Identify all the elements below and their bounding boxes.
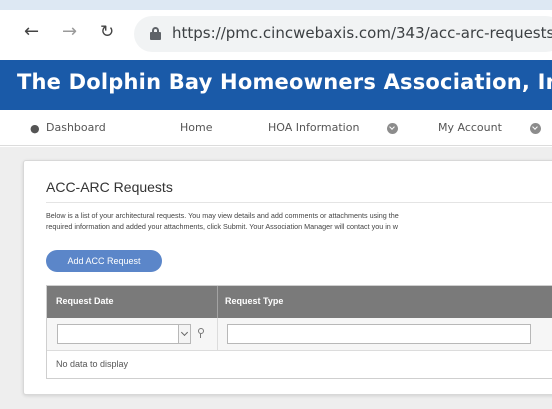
description-line-2: required information and added your atta…	[46, 222, 398, 231]
chevron-down-icon[interactable]	[387, 123, 398, 134]
request-date-filter-input[interactable]	[57, 324, 191, 344]
forward-arrow-icon[interactable]: →	[62, 20, 77, 44]
request-type-filter-input[interactable]	[227, 324, 531, 344]
browser-top-strip	[0, 0, 552, 10]
back-arrow-icon[interactable]: ←	[24, 20, 39, 44]
requests-panel: ACC-ARC Requests Below is a list of your…	[23, 160, 552, 395]
description-line-1: Below is a list of your architectural re…	[46, 211, 399, 220]
filter-separator	[217, 318, 218, 351]
page-title: ACC-ARC Requests	[46, 179, 173, 195]
site-title: The Dolphin Bay Homeowners Association, …	[17, 70, 552, 94]
url-text: https://pmc.cincwebaxis.com/343/acc-arc-…	[172, 24, 552, 42]
empty-grid-message: No data to display	[56, 359, 129, 369]
menu-item-home[interactable]: Home	[180, 121, 212, 134]
add-acc-request-button[interactable]: Add ACC Request	[46, 250, 162, 272]
filter-options-icon[interactable]	[197, 328, 205, 339]
column-header-request-date[interactable]: Request Date	[56, 296, 114, 306]
dropdown-chevron-icon[interactable]	[178, 325, 190, 343]
menu-item-my-account[interactable]: My Account	[438, 121, 502, 134]
site-header: The Dolphin Bay Homeowners Association, …	[0, 60, 552, 110]
grid-header: Request Date Request Type	[47, 286, 552, 318]
filter-row	[47, 318, 552, 351]
menu-item-hoa-information[interactable]: HOA Information	[268, 121, 359, 134]
address-bar[interactable]: https://pmc.cincwebaxis.com/343/acc-arc-…	[134, 16, 552, 52]
dashboard-icon: ●	[30, 122, 40, 135]
chevron-down-icon[interactable]	[530, 123, 541, 134]
main-menu: ● Dashboard Home HOA Information My Acco…	[0, 110, 552, 146]
column-header-request-type[interactable]: Request Type	[225, 296, 283, 306]
browser-toolbar: ← → ↻ https://pmc.cincwebaxis.com/343/ac…	[0, 10, 552, 60]
column-separator	[217, 286, 218, 318]
requests-grid: Request Date Request Type No data to dis…	[46, 285, 552, 379]
menu-item-dashboard[interactable]: Dashboard	[46, 121, 106, 134]
lock-icon	[150, 27, 161, 40]
title-divider	[46, 202, 552, 203]
reload-icon[interactable]: ↻	[100, 20, 114, 44]
